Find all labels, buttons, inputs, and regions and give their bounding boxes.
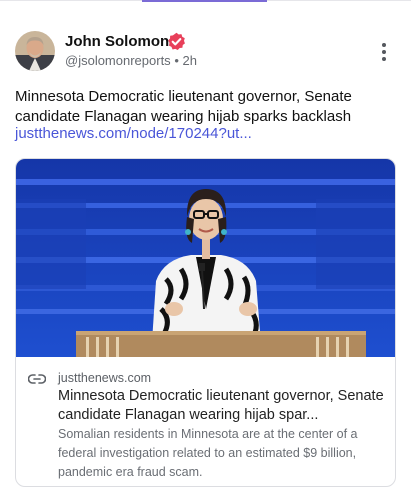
avatar[interactable] bbox=[15, 31, 55, 71]
card-description: Somalian residents in Minnesota are at t… bbox=[58, 427, 358, 479]
verified-badge-icon bbox=[168, 32, 185, 51]
card-domain: justthenews.com bbox=[58, 371, 152, 385]
card-title[interactable]: Minnesota Democratic lieutenant governor… bbox=[58, 387, 388, 425]
separator: • bbox=[174, 53, 179, 68]
link-icon bbox=[28, 374, 46, 384]
post-link[interactable]: justthenews.com/node/170244?ut... bbox=[15, 125, 252, 142]
avatar-image bbox=[15, 31, 55, 71]
post-text: Minnesota Democratic lieutenant governor… bbox=[15, 88, 352, 125]
post-time: 2h bbox=[182, 53, 197, 68]
author-name[interactable]: John Solomon bbox=[65, 33, 169, 50]
post: John Solomon @jsolomonreports • 2h Minne… bbox=[0, 0, 411, 500]
more-options-button[interactable] bbox=[374, 40, 394, 62]
card-image bbox=[16, 159, 395, 357]
link-preview-card[interactable]: justthenews.com Minnesota Democratic lie… bbox=[15, 158, 396, 487]
handle-line: @jsolomonreports • 2h bbox=[65, 53, 197, 68]
author-handle[interactable]: @jsolomonreports bbox=[65, 53, 171, 68]
more-vertical-icon bbox=[374, 40, 394, 61]
